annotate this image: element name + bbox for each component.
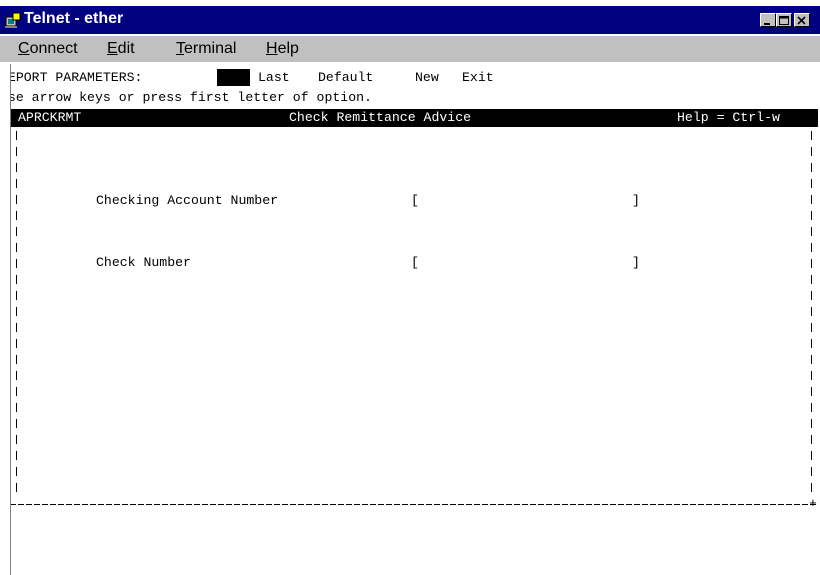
title-bar[interactable]: Telnet - ether bbox=[0, 6, 820, 34]
left-dashed-border bbox=[16, 131, 17, 495]
selected-option-cursor[interactable] bbox=[217, 69, 250, 86]
check-number-close-bracket: ] bbox=[632, 255, 640, 270]
telnet-app-icon[interactable] bbox=[4, 11, 22, 29]
maximize-icon bbox=[779, 16, 789, 25]
screen-header-bar: APRCKRMT Check Remittance Advice Help = … bbox=[10, 109, 818, 127]
border-corner: + bbox=[809, 496, 817, 511]
minimize-button[interactable] bbox=[760, 13, 776, 27]
minimize-icon bbox=[764, 23, 770, 25]
bottom-dashed-border bbox=[10, 504, 818, 505]
checking-account-number-label: Checking Account Number bbox=[96, 193, 279, 208]
menu-connect-accel: C bbox=[18, 40, 30, 57]
menu-edit[interactable]: Edit bbox=[107, 40, 135, 58]
navigation-hint: Use arrow keys or press first letter of … bbox=[0, 90, 372, 105]
right-dashed-border bbox=[811, 131, 812, 495]
option-default[interactable]: Default bbox=[318, 69, 373, 87]
option-last[interactable]: Last bbox=[258, 69, 290, 87]
terminal-screen[interactable]: REPORT PARAMETERS: Last Default New Exit… bbox=[0, 64, 820, 575]
menu-terminal-accel: T bbox=[176, 40, 184, 57]
checking-account-close-bracket: ] bbox=[632, 193, 640, 208]
option-new[interactable]: New bbox=[415, 69, 439, 87]
screen-title: Check Remittance Advice bbox=[289, 110, 472, 125]
telnet-window: Telnet - ether Connect Edit Terminal Hel… bbox=[0, 0, 820, 575]
maximize-button[interactable] bbox=[776, 13, 792, 27]
help-shortcut: Help = Ctrl-w bbox=[677, 110, 780, 125]
menu-connect-label: onnect bbox=[29, 40, 78, 57]
menu-edit-accel: E bbox=[107, 40, 118, 57]
check-number-input[interactable] bbox=[422, 254, 627, 272]
menu-bar: Connect Edit Terminal Help bbox=[0, 36, 820, 62]
report-parameters-label: REPORT PARAMETERS: bbox=[0, 70, 143, 85]
check-number-label: Check Number bbox=[96, 255, 191, 270]
window-left-frame bbox=[0, 64, 11, 575]
window-title: Telnet - ether bbox=[24, 10, 124, 27]
check-number-open-bracket: [ bbox=[411, 255, 419, 270]
close-button[interactable] bbox=[794, 13, 810, 27]
menu-help-accel: H bbox=[266, 40, 278, 57]
program-id: APRCKRMT bbox=[18, 110, 82, 125]
close-icon bbox=[797, 16, 806, 25]
menu-help-label: elp bbox=[277, 40, 299, 57]
checking-account-open-bracket: [ bbox=[411, 193, 419, 208]
menu-terminal-label: erminal bbox=[184, 40, 237, 57]
menu-edit-label: dit bbox=[117, 40, 135, 57]
checking-account-number-input[interactable] bbox=[422, 192, 627, 210]
menu-connect[interactable]: Connect bbox=[18, 40, 78, 58]
option-exit[interactable]: Exit bbox=[462, 69, 494, 87]
menu-help[interactable]: Help bbox=[266, 40, 299, 58]
menu-terminal[interactable]: Terminal bbox=[176, 40, 236, 58]
